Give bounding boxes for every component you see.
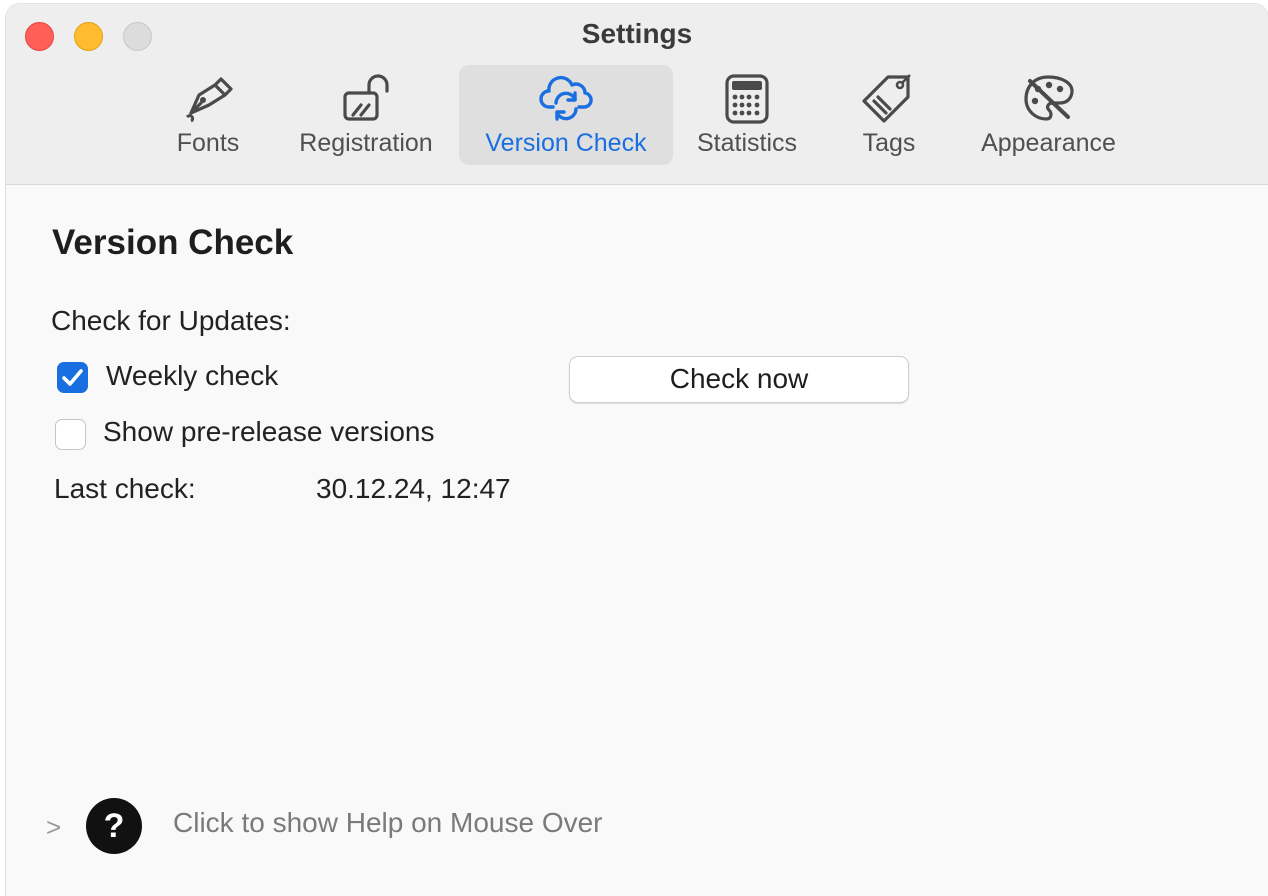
tab-label: Tags [862, 129, 916, 157]
prerelease-label[interactable]: Show pre-release versions [103, 416, 435, 448]
tab-label: Version Check [485, 129, 647, 157]
calculator-icon [725, 74, 769, 124]
help-toggle-text[interactable]: Click to show Help on Mouse Over [173, 807, 603, 839]
window-title: Settings [581, 18, 693, 49]
help-disclosure-chevron-icon[interactable]: > [46, 812, 61, 843]
tab-label: Registration [299, 129, 433, 157]
tab-registration[interactable]: Registration [285, 65, 447, 165]
last-check-value: 30.12.24, 12:47 [316, 473, 511, 504]
cloud-sync-icon [539, 75, 593, 121]
settings-window: Settings Fonts Registration Version Chec… [6, 4, 1268, 896]
tab-label: Fonts [176, 129, 240, 157]
title-bar: Settings Fonts Registration Version Chec… [6, 4, 1268, 185]
settings-toolbar: Fonts Registration Version Check Statist… [6, 64, 1268, 168]
check-now-button[interactable]: Check now [569, 356, 909, 403]
tab-label: Statistics [696, 129, 798, 157]
check-updates-label: Check for Updates: [51, 305, 291, 336]
help-question-icon[interactable]: ? [86, 798, 142, 854]
page-title: Version Check [52, 223, 294, 262]
palette-icon [1023, 75, 1074, 121]
unlocked-padlock-icon [343, 74, 389, 121]
tab-appearance[interactable]: Appearance [966, 65, 1131, 165]
tab-tags[interactable]: Tags [843, 65, 935, 165]
tab-fonts[interactable]: Fonts [153, 65, 263, 165]
pen-nib-icon [185, 77, 233, 123]
checkmark-icon [62, 369, 83, 386]
last-check-label: Last check: [54, 473, 196, 504]
tag-icon [862, 74, 911, 123]
weekly-check-checkbox[interactable] [57, 362, 88, 393]
weekly-check-label[interactable]: Weekly check [106, 360, 278, 392]
tab-version-check[interactable]: Version Check [459, 65, 673, 165]
version-check-pane: Version Check Check for Updates: Weekly … [6, 185, 1268, 896]
tab-label: Appearance [981, 129, 1116, 157]
tab-statistics[interactable]: Statistics [686, 65, 808, 165]
prerelease-checkbox[interactable] [55, 419, 86, 450]
